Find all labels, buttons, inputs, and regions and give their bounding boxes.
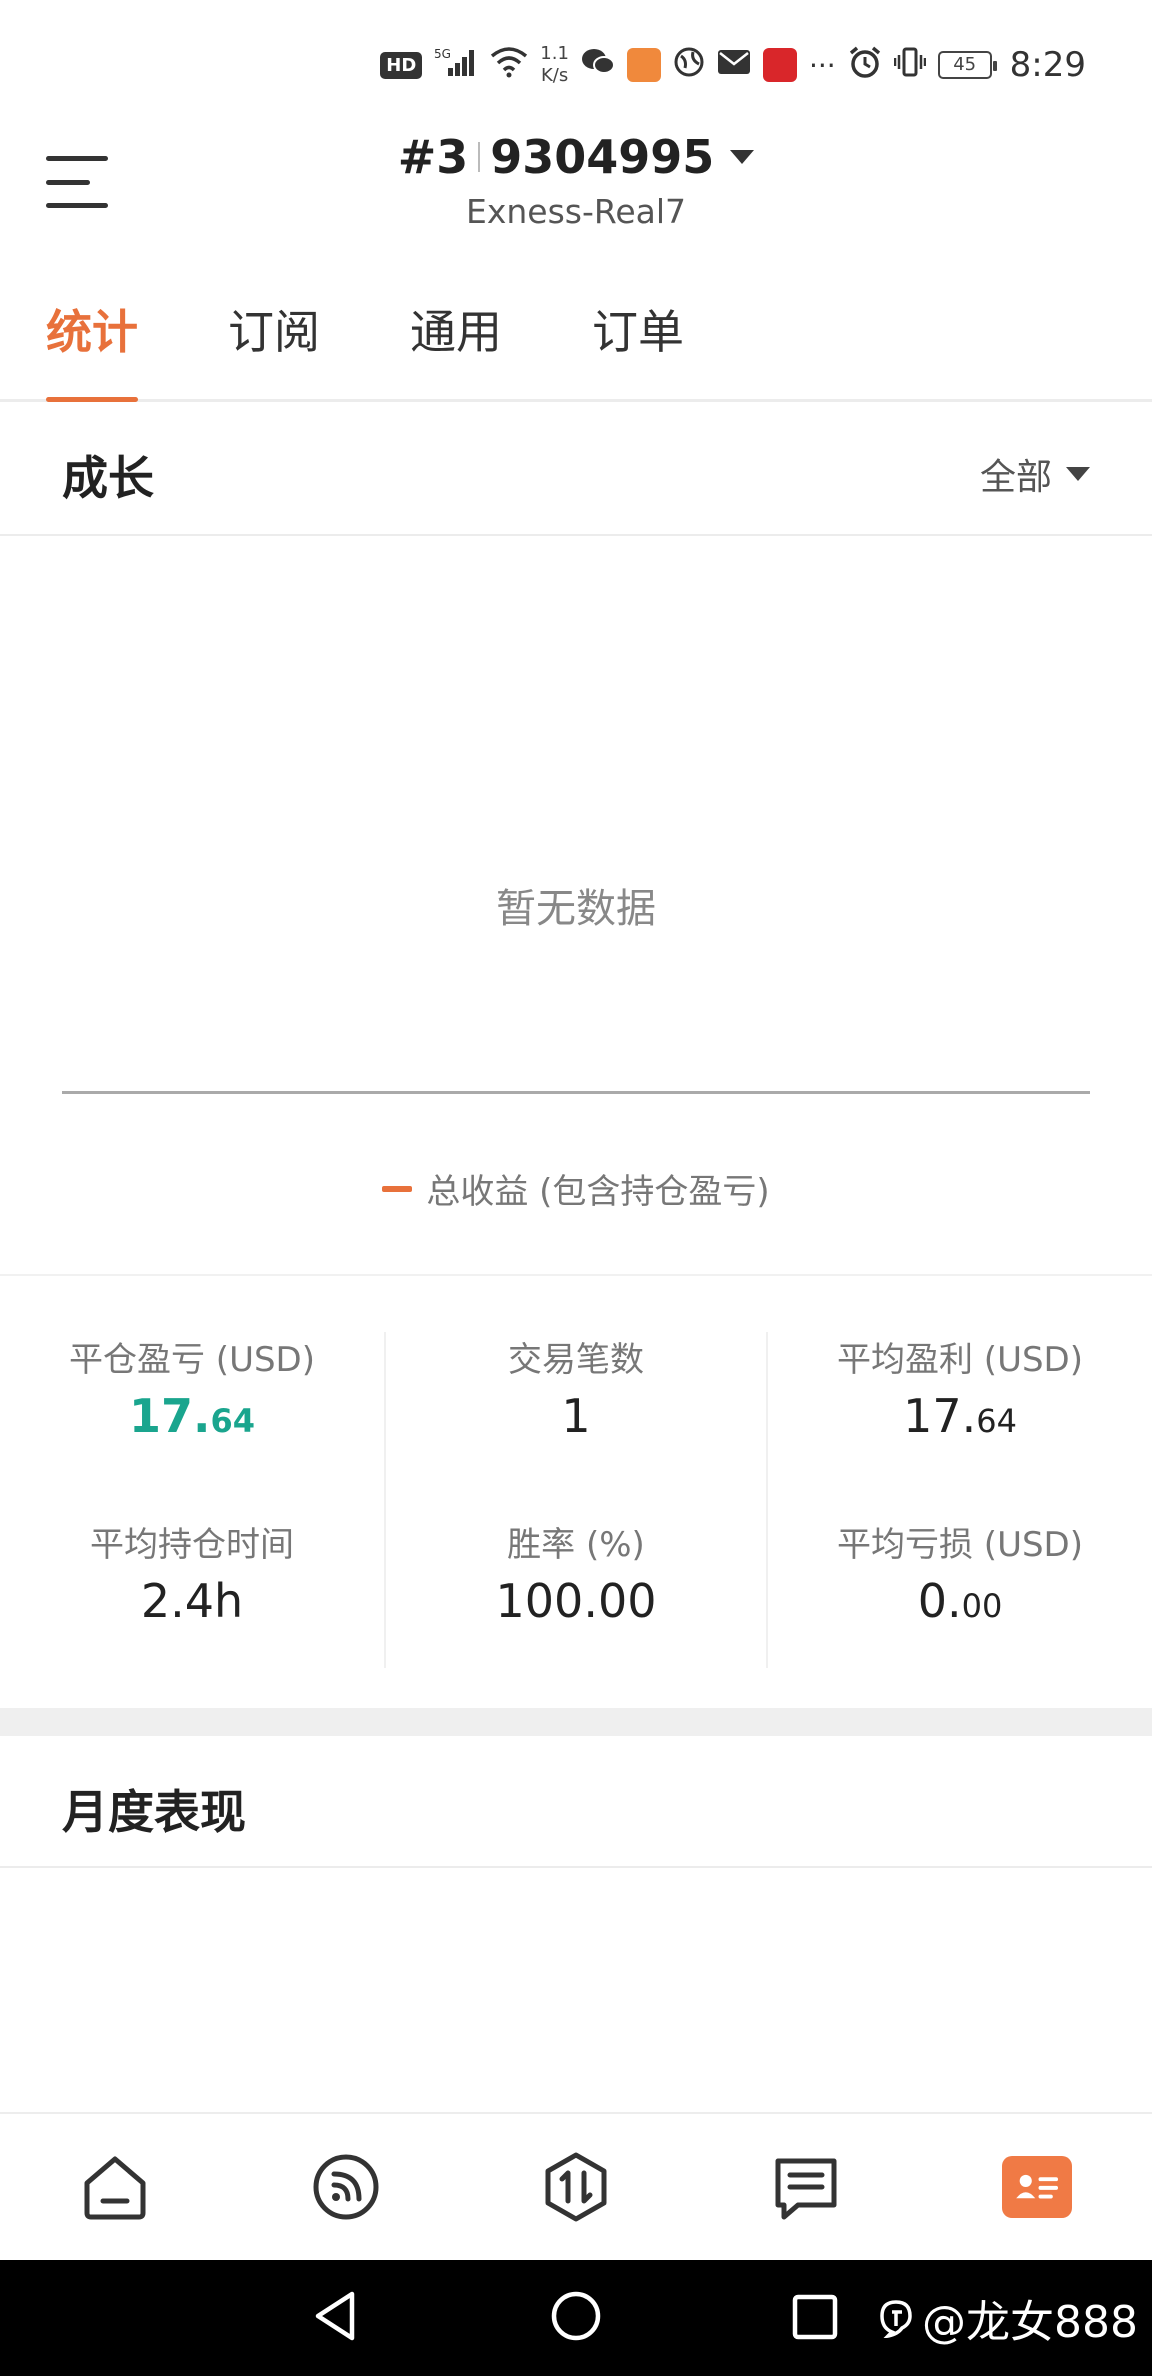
period-filter-dropdown[interactable]: 全部 xyxy=(980,448,1090,500)
watermark: @龙女888 xyxy=(876,2286,1138,2350)
alarm-icon xyxy=(848,45,882,86)
avg-loss-value: 0.00 xyxy=(917,1574,1003,1628)
monthly-section-header: 月度表现 xyxy=(0,1736,1152,1868)
hd-icon: HD xyxy=(380,51,423,79)
caret-down-icon xyxy=(1066,467,1090,481)
avg-hold-time-value: 2.4h xyxy=(140,1574,244,1628)
trade-count-label: 交易笔数 xyxy=(508,1340,644,1380)
tab-orders[interactable]: 订单 xyxy=(592,252,684,402)
legend-label: 总收益 (包含持仓盈亏) xyxy=(426,1172,770,1212)
nav-trade[interactable] xyxy=(536,2147,616,2227)
monthly-title: 月度表现 xyxy=(62,1785,246,1839)
bank-app-icon xyxy=(626,48,661,82)
no-data-message: 暂无数据 xyxy=(496,886,656,932)
stats-column: 平均盈利 (USD) 17.64 平均亏损 (USD) 0.00 xyxy=(768,1332,1152,1668)
caret-down-icon xyxy=(730,150,755,164)
wechat-icon xyxy=(581,47,615,84)
tab-subscription[interactable]: 订阅 xyxy=(228,252,320,402)
network-speed: 1.1 K/s xyxy=(540,43,569,86)
svg-text:5G: 5G xyxy=(434,47,451,61)
trade-icon xyxy=(545,2152,607,2222)
wifi-icon xyxy=(490,46,528,85)
nav-messages[interactable] xyxy=(766,2147,846,2227)
home-icon xyxy=(84,2156,146,2220)
vibrate-icon xyxy=(893,46,926,85)
avg-loss-label: 平均亏损 (USD) xyxy=(837,1525,1083,1565)
signal-feed-icon xyxy=(313,2154,379,2220)
chart-baseline xyxy=(62,1091,1090,1094)
growth-title: 成长 xyxy=(62,451,154,505)
chart-legend: 总收益 (包含持仓盈亏) xyxy=(0,1164,1152,1213)
globe-icon xyxy=(673,46,705,85)
section-divider xyxy=(0,1708,1152,1736)
recents-icon[interactable] xyxy=(790,2292,840,2342)
closed-pnl-label: 平仓盈亏 (USD) xyxy=(69,1340,315,1380)
closed-pnl-value: 17.64 xyxy=(128,1389,256,1443)
growth-chart: 暂无数据 总收益 (包含持仓盈亏) xyxy=(0,536,1152,1276)
avg-profit-label: 平均盈利 (USD) xyxy=(837,1340,1083,1380)
win-rate-value: 100.00 xyxy=(495,1574,657,1628)
back-icon[interactable] xyxy=(310,2288,362,2344)
trade-count-value: 1 xyxy=(561,1389,591,1443)
app-header: #3 9304995 Exness-Real7 xyxy=(0,130,1152,250)
account-prefix: #3 xyxy=(397,130,469,184)
cellular-signal-icon: 5G xyxy=(434,46,478,85)
tab-statistics[interactable]: 统计 xyxy=(46,252,138,402)
messages-icon xyxy=(775,2158,837,2220)
account-separator xyxy=(478,142,481,172)
nav-signals[interactable] xyxy=(306,2147,386,2227)
account-card-icon xyxy=(1001,2156,1072,2218)
stats-column: 平仓盈亏 (USD) 17.64 平均持仓时间 2.4h xyxy=(0,1332,384,1668)
growth-section-header: 成长 全部 xyxy=(0,402,1152,536)
legend-swatch xyxy=(382,1185,413,1192)
system-navigation-bar: @龙女888 xyxy=(0,2260,1152,2376)
nav-account[interactable] xyxy=(997,2147,1077,2227)
bottom-navigation xyxy=(0,2112,1152,2260)
home-circle-icon[interactable] xyxy=(548,2288,604,2344)
status-bar: HD 5G 1.1 K/s ··· 45 8:29 xyxy=(0,0,1152,130)
more-icon: ··· xyxy=(808,48,836,82)
battery-icon: 45 xyxy=(937,51,997,79)
stats-grid: 平仓盈亏 (USD) 17.64 平均持仓时间 2.4h 交易笔数 1 胜率 (… xyxy=(0,1276,1152,1708)
avg-hold-time-label: 平均持仓时间 xyxy=(90,1525,294,1565)
stats-column: 交易笔数 1 胜率 (%) 100.00 xyxy=(384,1332,768,1668)
server-name: Exness-Real7 xyxy=(465,192,687,231)
watermark-text: @龙女888 xyxy=(922,2297,1138,2348)
nav-home[interactable] xyxy=(75,2147,155,2227)
tab-bar: 统计 订阅 通用 订单 xyxy=(0,252,1152,402)
account-selector[interactable]: #3 9304995 Exness-Real7 xyxy=(0,130,1152,231)
clock: 8:29 xyxy=(1009,45,1086,85)
tab-general[interactable]: 通用 xyxy=(410,252,502,402)
watermark-logo-icon xyxy=(880,2300,912,2338)
news-app-icon xyxy=(762,48,797,82)
mail-icon xyxy=(717,49,751,82)
account-number: 9304995 xyxy=(490,130,715,184)
avg-profit-value: 17.64 xyxy=(903,1389,1017,1443)
win-rate-label: 胜率 (%) xyxy=(507,1525,645,1565)
period-filter-label: 全部 xyxy=(979,457,1052,498)
